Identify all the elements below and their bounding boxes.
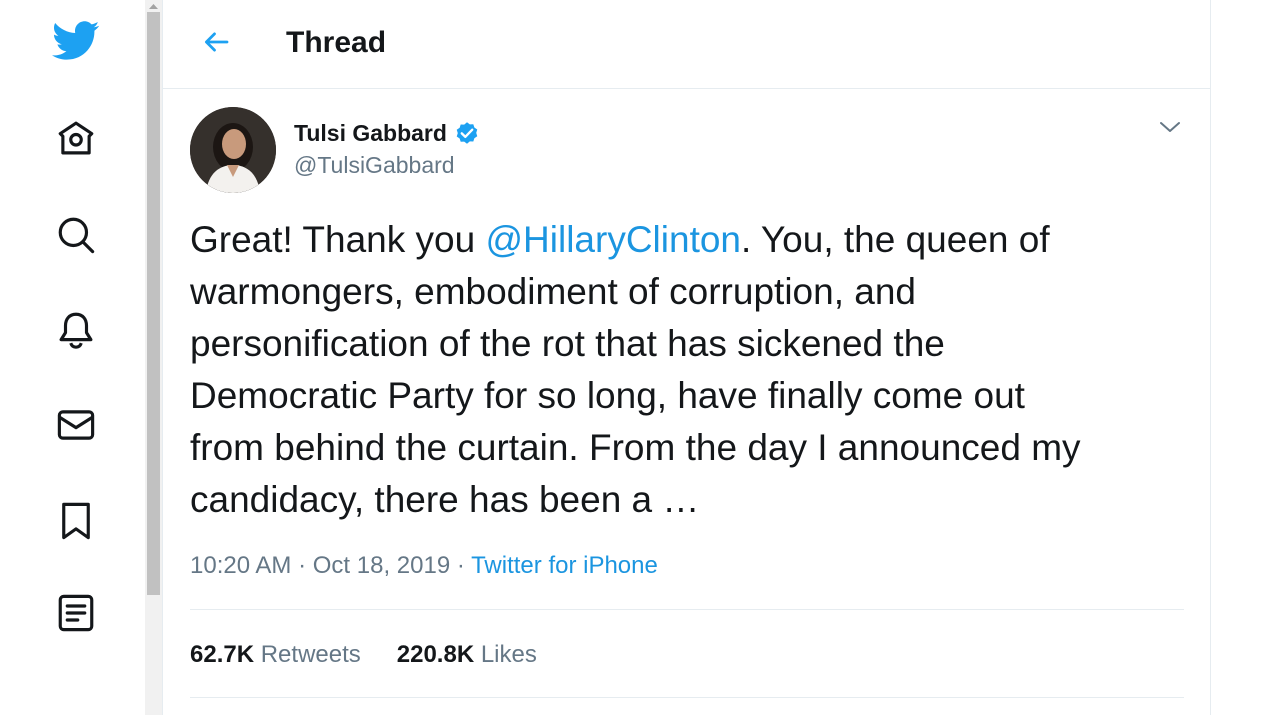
likes-label: Likes xyxy=(480,641,537,668)
tweet-text-line: candidacy, there has been a … xyxy=(190,479,700,520)
tweet-options-button[interactable] xyxy=(1156,113,1184,141)
nav-notifications[interactable] xyxy=(52,306,100,354)
nav-messages[interactable] xyxy=(52,401,100,449)
nav-bookmarks[interactable] xyxy=(52,497,100,545)
meta-separator: · xyxy=(456,552,465,579)
tweet-date[interactable]: Oct 18, 2019 xyxy=(313,552,450,579)
nav-home[interactable] xyxy=(52,114,100,162)
mention-link[interactable]: @HillaryClinton xyxy=(485,219,741,260)
tweet-source-link[interactable]: Twitter for iPhone xyxy=(471,552,658,579)
nav-explore[interactable] xyxy=(52,211,100,259)
page-scrollbar[interactable] xyxy=(145,0,162,715)
twitter-logo[interactable] xyxy=(52,17,100,65)
thread-header: Thread xyxy=(163,0,1210,89)
retweets-label: Retweets xyxy=(260,641,361,668)
author-handle[interactable]: @TulsiGabbard xyxy=(294,152,455,179)
verified-badge-icon xyxy=(456,122,478,144)
tweet-text-line: warmongers, embodiment of corruption, an… xyxy=(190,271,916,312)
left-nav xyxy=(0,0,145,715)
notifications-bell-icon xyxy=(59,312,93,349)
retweets-count: 62.7K xyxy=(190,641,255,668)
nav-lists[interactable] xyxy=(52,589,100,637)
divider xyxy=(190,697,1184,698)
back-button[interactable] xyxy=(199,24,235,60)
tweet-text-segment: Great! Thank you xyxy=(190,219,486,260)
tweet-text: Great! Thank you @HillaryClinton. You, t… xyxy=(190,214,1190,526)
scroll-up-arrow-icon[interactable] xyxy=(145,0,162,12)
chevron-down-icon xyxy=(1160,122,1180,132)
author-name-text: Tulsi Gabbard xyxy=(294,119,447,146)
avatar[interactable] xyxy=(190,107,276,193)
divider xyxy=(190,609,1184,610)
tweet-stats: 62.7K Retweets 220.8K Likes xyxy=(190,641,537,669)
likes-stat[interactable]: 220.8K Likes xyxy=(397,641,537,669)
tweet-time[interactable]: 10:20 AM xyxy=(190,552,291,579)
tweet-text-line: from behind the curtain. From the day I … xyxy=(190,427,1081,468)
tweet-text-line: Democratic Party for so long, have final… xyxy=(190,375,1025,416)
likes-count: 220.8K xyxy=(396,641,475,668)
main-column: Thread Tulsi Gabbard @TulsiGabbard Great… xyxy=(162,0,1211,715)
retweets-stat[interactable]: 62.7K Retweets xyxy=(190,641,361,669)
tweet-meta: 10:20 AM · Oct 18, 2019 · Twitter for iP… xyxy=(190,552,658,580)
meta-separator: · xyxy=(298,552,307,579)
lists-icon xyxy=(58,594,94,632)
scrollbar-thumb[interactable] xyxy=(147,12,160,595)
tweet-text-line: Great! Thank you @HillaryClinton. You, t… xyxy=(190,214,1190,266)
back-arrow-icon xyxy=(205,32,229,52)
tweet-text-segment: . You, the queen of xyxy=(741,219,1050,260)
tweet-text-line: personification of the rot that has sick… xyxy=(190,323,945,364)
profile-photo-image xyxy=(190,107,276,193)
search-icon xyxy=(58,217,95,254)
twitter-bird-icon xyxy=(52,21,100,60)
home-icon xyxy=(58,121,94,155)
bookmark-icon xyxy=(62,502,90,540)
messages-envelope-icon xyxy=(57,410,95,440)
author-name[interactable]: Tulsi Gabbard xyxy=(294,119,481,147)
page-title: Thread xyxy=(286,26,387,59)
